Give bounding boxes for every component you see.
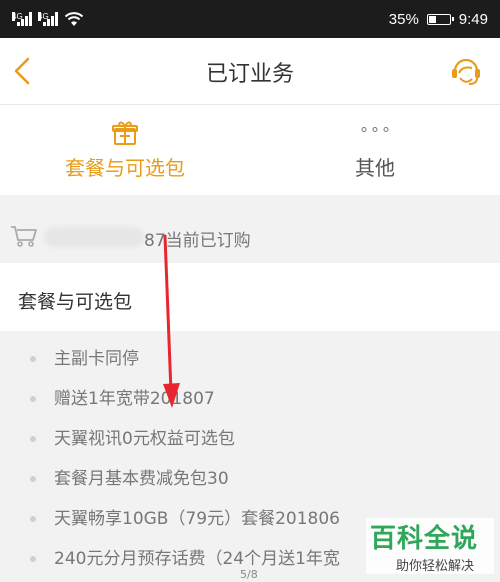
signal-group: 4G 4G <box>12 11 84 27</box>
tab-bar: 套餐与可选包 其他 <box>0 105 500 195</box>
redacted-phone-number <box>44 227 144 247</box>
network-type-label: 4G <box>12 12 23 21</box>
list-item[interactable]: 套餐月基本费减免包30 <box>0 459 500 499</box>
tab-label: 套餐与可选包 <box>65 156 185 180</box>
list-item[interactable]: 天翼视讯0元权益可选包 <box>0 419 500 459</box>
tab-packages[interactable]: 套餐与可选包 <box>0 105 250 195</box>
status-bar: 4G 4G 35% 9:49 <box>0 0 500 38</box>
watermark-subtitle: 助你轻松解决 <box>366 555 494 574</box>
wifi-icon <box>64 12 84 26</box>
battery-icon <box>426 13 454 25</box>
subscribed-label: 87当前已订购 <box>144 231 251 251</box>
page-indicator: 5/8 <box>240 568 258 581</box>
cart-icon <box>11 226 37 247</box>
list-item[interactable]: 主副卡同停 <box>0 339 500 379</box>
customer-service-icon[interactable] <box>448 52 484 88</box>
status-right: 35% 9:49 <box>389 11 488 28</box>
clock: 9:49 <box>458 10 488 28</box>
battery-percent: 35% <box>388 10 419 28</box>
subscribed-summary: 87当前已订购 <box>0 212 500 262</box>
nav-bar: 已订业务 <box>0 38 500 105</box>
watermark-title: 百科全说 <box>366 518 494 555</box>
tab-label: 其他 <box>355 156 395 180</box>
network-type-label: 4G <box>38 12 49 21</box>
watermark-logo: 百科全说 助你轻松解决 <box>366 518 494 578</box>
signal-icon: 4G <box>12 12 32 26</box>
page-title: 已订业务 <box>205 62 294 87</box>
section-header: 套餐与可选包 <box>0 263 500 331</box>
signal-icon: 4G <box>38 12 58 26</box>
list-item[interactable]: 赠送1年宽带201807 <box>0 379 500 419</box>
tab-other[interactable]: 其他 <box>250 105 500 195</box>
section-title: 套餐与可选包 <box>18 291 133 313</box>
gift-box-icon <box>112 121 138 145</box>
more-dots-icon <box>361 127 389 132</box>
